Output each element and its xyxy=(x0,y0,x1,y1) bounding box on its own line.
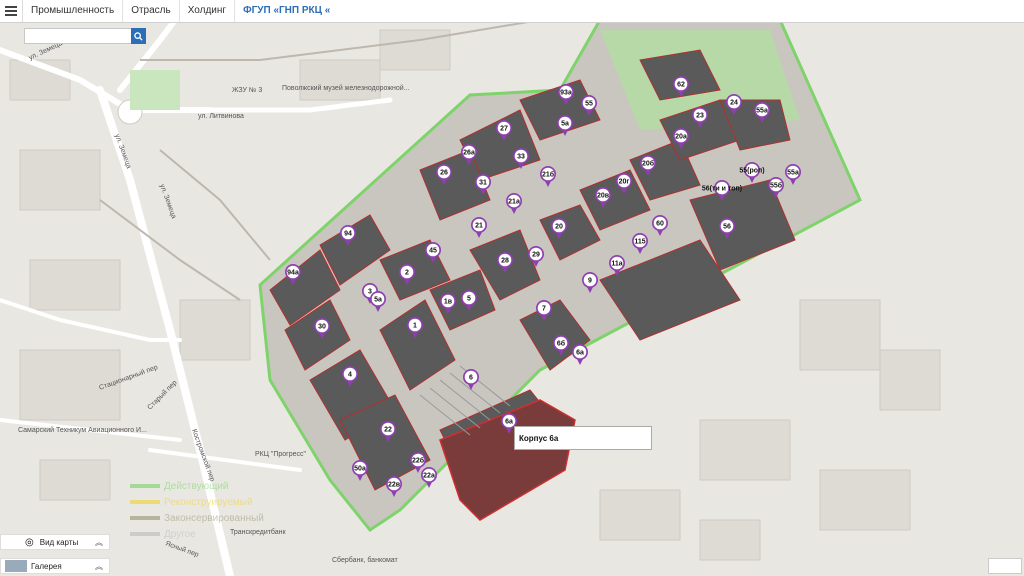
building-pin-label: 5 xyxy=(467,296,471,303)
building-pin-label: 26 xyxy=(440,170,448,177)
nav-item-holding[interactable]: Холдинг xyxy=(180,0,236,22)
street-label: ул. Литвинова xyxy=(198,113,244,120)
building-pin-label: 62 xyxy=(677,82,685,89)
legend-label: Реконструируемый xyxy=(164,496,253,508)
legend-item: Действующий xyxy=(130,478,264,494)
nav-item-enterprise[interactable]: ФГУП «ГНП РКЦ « xyxy=(235,0,338,22)
poi-label: Самарский Техникум Авиационного И... xyxy=(18,426,147,434)
top-navigation-bar: Промышленность Отрасль Холдинг ФГУП «ГНП… xyxy=(0,0,1024,23)
building-pin-label: 21 xyxy=(475,223,483,230)
building-pin-label: 4 xyxy=(348,372,352,379)
building-pin-label: 31 xyxy=(479,180,487,187)
menu-icon[interactable] xyxy=(0,0,23,22)
building-pin-label: 93а xyxy=(560,90,572,97)
building-pin-label: 55 xyxy=(585,101,593,108)
building-pin-label: 22б xyxy=(412,457,425,465)
building-pin-label: 6а xyxy=(505,419,513,426)
building-pin-label: 55а xyxy=(787,170,799,177)
gallery-panel[interactable]: Галерея ︽ xyxy=(0,558,110,574)
legend-swatch xyxy=(130,516,160,520)
building-pin-label: 20 xyxy=(555,224,563,231)
building-pin-label: 5а xyxy=(374,297,382,304)
map-type-panel[interactable]: ◎ Вид карты ︽ xyxy=(0,534,110,550)
corner-control[interactable] xyxy=(988,558,1022,574)
building-tooltip: Корпус 6а xyxy=(514,426,652,450)
building-pin-label: 56 xyxy=(723,224,731,231)
building-pin-label: 55(роп) xyxy=(739,168,764,175)
building-pin-label: 1в xyxy=(444,299,453,306)
legend-swatch xyxy=(130,500,160,504)
building-pin-label: 94 xyxy=(344,231,352,238)
building-pin-label: 5а xyxy=(561,121,569,128)
legend-item: Другое xyxy=(130,526,264,542)
search-box xyxy=(24,28,146,46)
nav-item-sector[interactable]: Отрасль xyxy=(123,0,180,22)
building-pin-label: 55б xyxy=(770,182,783,190)
building-pin-label: 26а xyxy=(463,150,475,157)
building-pin-label: 6а xyxy=(576,350,584,357)
map-type-label: Вид карты xyxy=(39,537,79,547)
building-pin-label: 1 xyxy=(413,323,417,330)
search-icon xyxy=(134,31,143,41)
building-pin-label: 29 xyxy=(532,252,540,259)
legend-swatch xyxy=(130,532,160,536)
nav-item-industry[interactable]: Промышленность xyxy=(23,0,124,22)
building-pin-label: 55а xyxy=(756,108,768,115)
search-button[interactable] xyxy=(131,28,146,44)
building-pin-label: 22 xyxy=(384,427,392,434)
building-pin-label: 9 xyxy=(588,278,592,285)
legend-label: Законсервированный xyxy=(164,512,264,524)
building-pin-label: 30 xyxy=(318,324,326,331)
building-pin-label: 11а xyxy=(611,261,622,268)
building-pin-label: 56(ти и топ) xyxy=(702,186,742,193)
poi-label: ЖЗУ № 3 xyxy=(232,87,262,94)
building-pin-label: 21а xyxy=(508,199,520,206)
building-pin-label: 22а xyxy=(423,473,435,480)
building-pin-label: 22в xyxy=(388,482,401,489)
legend-item: Законсервированный xyxy=(130,510,264,526)
gallery-thumbnail xyxy=(5,560,27,572)
building-pin-label: 6 xyxy=(469,375,473,382)
building-pin-label: 23 xyxy=(696,113,704,120)
gallery-label: Галерея xyxy=(31,561,62,571)
poi-label: Сбербанк, банкомат xyxy=(332,556,399,564)
building-pin-label: 33 xyxy=(517,154,525,161)
building-pin-label: 20г xyxy=(619,179,630,186)
building-pin-label: 6б xyxy=(557,340,566,348)
map-legend: Действующий Реконструируемый Законсервиров… xyxy=(130,478,264,542)
legend-label: Другое xyxy=(164,528,196,540)
tooltip-title: Корпус 6а xyxy=(519,433,559,443)
building-pin-label: 115 xyxy=(634,239,645,246)
map-application: ул. Земеца ул. Земеца ул. Земеца ул. Лит… xyxy=(0,0,1024,576)
building-pin-label: 60 xyxy=(656,221,664,228)
search-input[interactable] xyxy=(25,32,131,46)
poi-label: Поволжский музей железнодорожной... xyxy=(282,84,410,92)
building-pin-label: 45 xyxy=(429,248,437,255)
building-pin-label: 7 xyxy=(542,306,546,313)
building-pin-label: 50а xyxy=(354,466,366,473)
poi-label: РКЦ "Прогресс" xyxy=(255,451,307,458)
building-pin-label: 94а xyxy=(287,270,299,277)
building-pin-label: 20в xyxy=(597,193,610,200)
building-pin-label: 21б xyxy=(542,171,555,179)
legend-label: Действующий xyxy=(164,480,229,492)
chevron-up-icon: ︽ xyxy=(95,537,103,547)
chevron-up-icon: ︽ xyxy=(95,561,103,571)
building-pin-label: 2 xyxy=(405,270,409,277)
building-pin-label: 20а xyxy=(675,134,687,141)
layers-icon: ◎ xyxy=(25,536,34,548)
building-pin-label: 24 xyxy=(730,100,738,107)
legend-item: Реконструируемый xyxy=(130,494,264,510)
legend-swatch xyxy=(130,484,160,488)
building-pin-label: 27 xyxy=(500,126,508,133)
building-pin-label: 28 xyxy=(501,258,509,265)
building-pin-label: 20б xyxy=(642,160,655,168)
